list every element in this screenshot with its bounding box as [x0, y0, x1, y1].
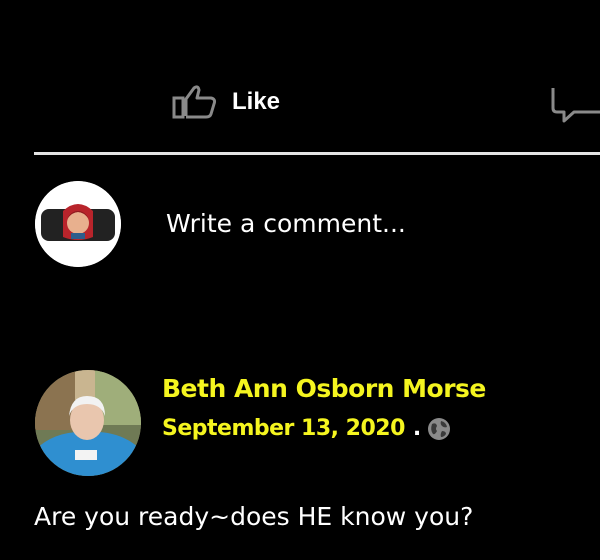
post-text: Are you ready~does HE know you? — [34, 502, 474, 531]
post-card: Like Write a comment... Beth Ann Osborn … — [0, 0, 600, 560]
post-meta: September 13, 2020 . — [162, 416, 451, 441]
like-button[interactable]: Like — [172, 82, 280, 122]
author-avatar[interactable] — [35, 370, 141, 476]
user-avatar — [35, 181, 121, 267]
like-label: Like — [232, 88, 281, 115]
comment-input[interactable] — [166, 201, 586, 245]
comment-bubble-icon — [548, 88, 600, 124]
globe-icon — [427, 417, 451, 441]
comment-button[interactable] — [548, 80, 600, 124]
meta-separator: . — [412, 416, 422, 441]
thumbs-up-icon — [172, 84, 218, 120]
author-name[interactable]: Beth Ann Osborn Morse — [162, 374, 486, 403]
divider — [34, 152, 600, 155]
post-date[interactable]: September 13, 2020 — [162, 416, 405, 441]
